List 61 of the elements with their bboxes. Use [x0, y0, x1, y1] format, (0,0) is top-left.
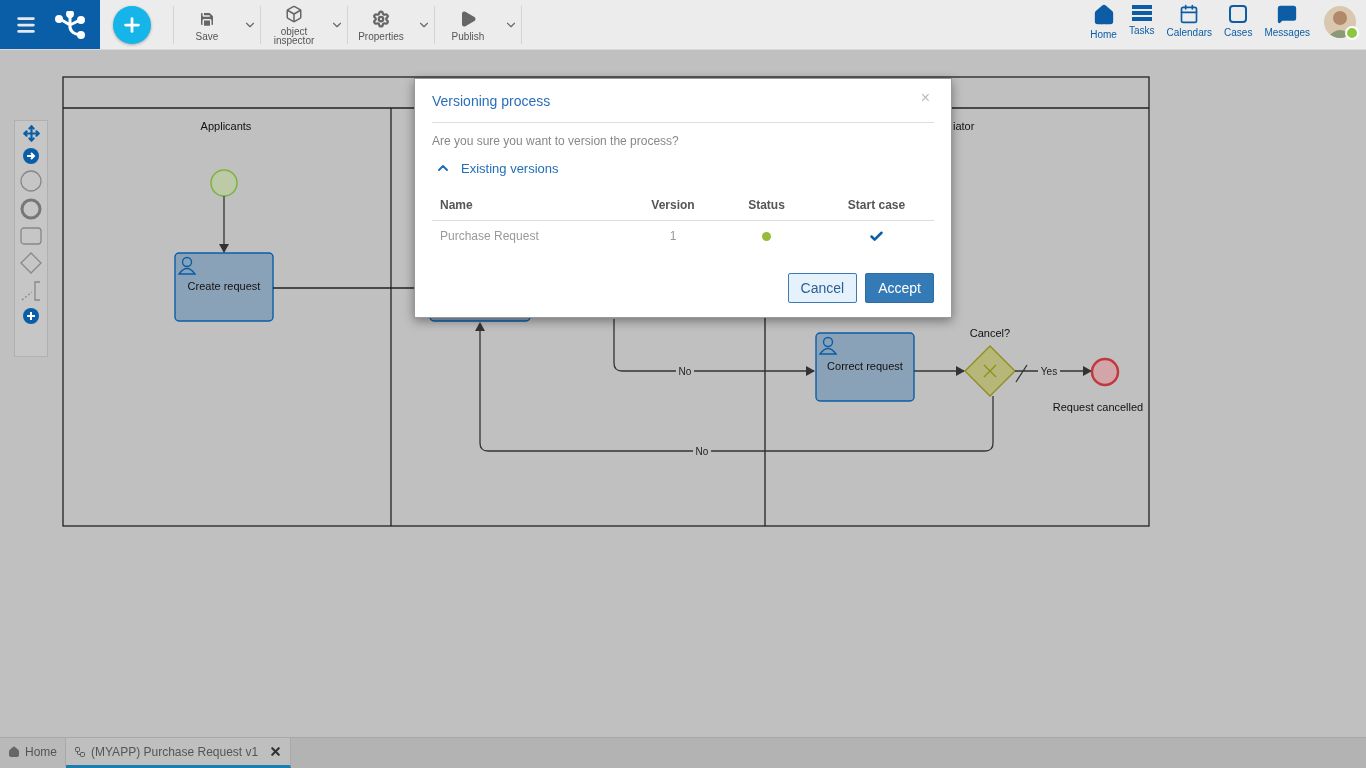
task-shape[interactable]	[174, 252, 274, 322]
user-icon	[819, 336, 837, 355]
user-icon	[178, 256, 196, 275]
nav-button[interactable]: Cases	[1218, 4, 1259, 49]
toolbar-button[interactable]: object inspector	[261, 5, 327, 45]
settings-icon	[372, 9, 390, 28]
task-label: Create request	[187, 280, 261, 292]
toolbar-button[interactable]: Save	[174, 9, 240, 41]
toolbar-button[interactable]: Properties	[348, 9, 414, 41]
flow-arrow	[219, 195, 229, 253]
flow-label: No	[678, 366, 692, 377]
table-cell-text: Purchase Request	[439, 228, 540, 245]
column-header: Start case	[819, 190, 934, 221]
home-icon	[8, 745, 20, 758]
task-label: Correct request	[827, 360, 903, 372]
avatar[interactable]	[1324, 6, 1356, 38]
close-icon[interactable]	[269, 745, 283, 758]
gateway-label: Cancel?	[969, 327, 1011, 339]
calendar-icon	[1179, 4, 1200, 24]
add-button[interactable]	[113, 6, 151, 44]
lane-label: iator	[953, 120, 975, 132]
toolbar-button[interactable]: Publish	[435, 9, 501, 41]
cube-icon	[285, 5, 303, 23]
gateway-diamond	[964, 345, 1016, 397]
diamond-icon[interactable]	[20, 252, 42, 274]
circle-icon[interactable]	[20, 170, 42, 192]
table-cell-text: 1	[668, 228, 678, 245]
end-event-label: Request cancelled	[1052, 401, 1144, 413]
task-shape[interactable]	[815, 332, 915, 402]
nav-button[interactable]: Messages	[1258, 4, 1316, 49]
move-icon[interactable]	[22, 125, 40, 142]
flow-label: Yes	[1040, 366, 1058, 377]
save-icon	[198, 9, 216, 28]
logo-icon	[55, 10, 85, 39]
add-icon[interactable]	[23, 308, 39, 324]
home-icon	[1092, 4, 1115, 26]
plus-icon	[121, 14, 143, 36]
chat-icon	[1277, 4, 1298, 24]
nav-button[interactable]: Calendars	[1160, 4, 1219, 49]
arrow-circle-icon[interactable]	[23, 148, 39, 164]
column-header: Status	[714, 190, 819, 221]
square-icon	[1228, 4, 1249, 24]
cancel-button[interactable]: Cancel	[787, 273, 858, 303]
thick-circle-icon[interactable]	[20, 198, 42, 220]
dialog-title: Versioning process	[432, 92, 551, 109]
nav-button[interactable]: Home	[1084, 4, 1123, 49]
end-event-circle	[1090, 357, 1120, 387]
accept-button[interactable]: Accept	[865, 273, 934, 303]
column-header: Version	[632, 190, 714, 221]
lane-label: Applicants	[200, 120, 252, 132]
column-header: Name	[432, 190, 632, 221]
process-icon	[74, 745, 86, 758]
tab[interactable]: Home	[0, 738, 66, 768]
tab[interactable]: (MYAPP) Purchase Request v1	[66, 738, 292, 768]
start-event-circle	[210, 169, 238, 197]
dialog-question: Are you sure you want to version the process?	[432, 134, 680, 148]
nav-button[interactable]: Tasks	[1122, 4, 1161, 49]
play-icon	[459, 9, 477, 28]
section-toggle[interactable]: Existing versions	[432, 160, 559, 176]
flow-label: No	[695, 446, 709, 457]
list-icon	[1130, 4, 1153, 22]
